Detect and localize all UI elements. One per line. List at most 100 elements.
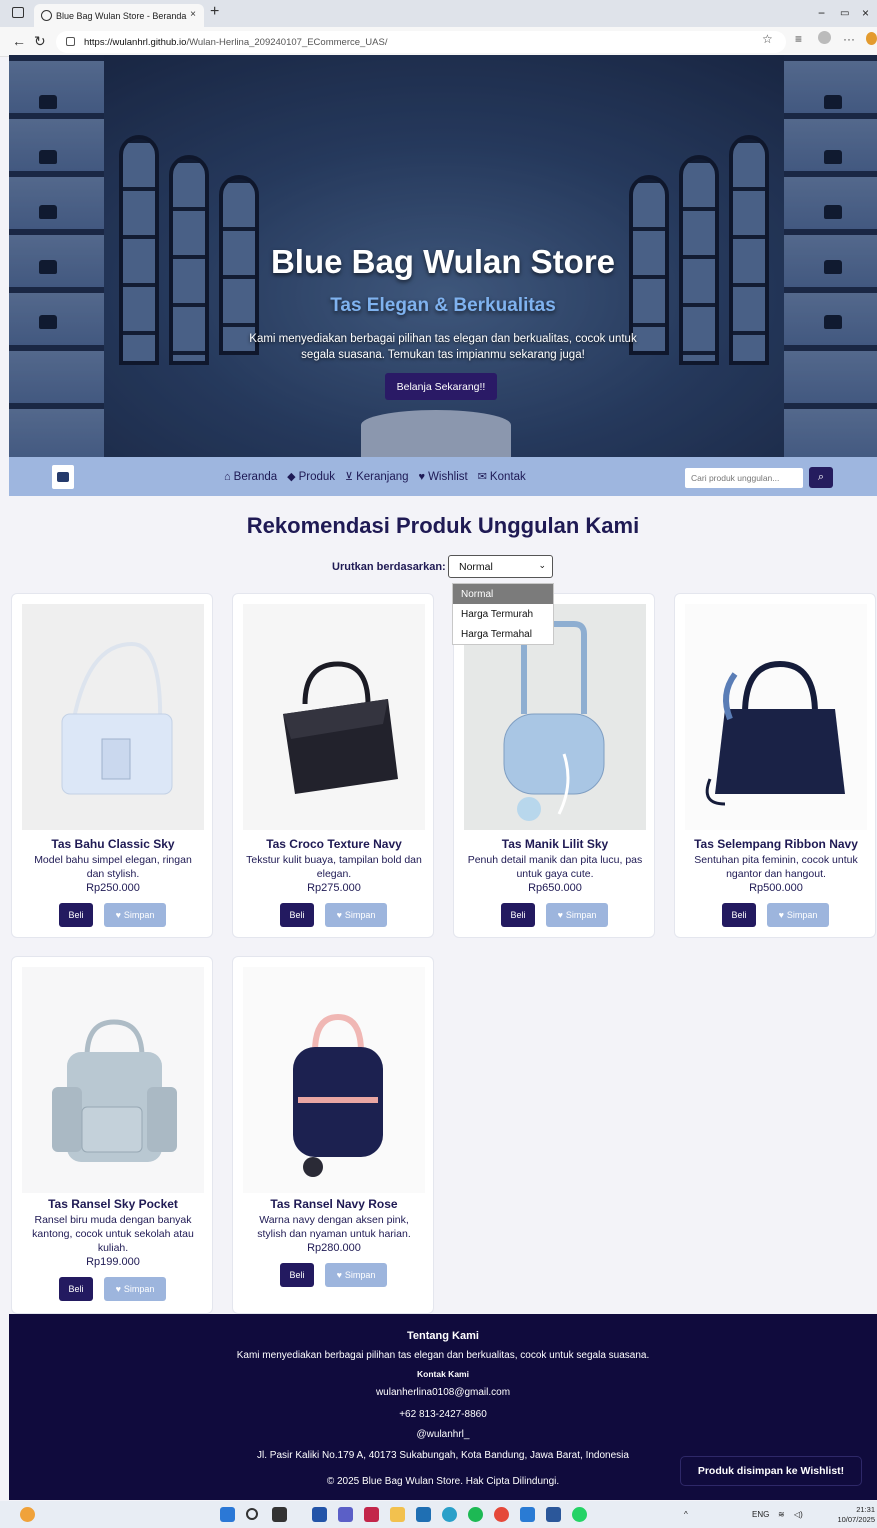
refresh-icon[interactable]: ↻	[34, 33, 46, 50]
sort-option-cheapest[interactable]: Harga Termurah	[453, 604, 553, 624]
heart-icon: ♥	[778, 910, 784, 920]
teams-icon[interactable]	[338, 1507, 353, 1522]
vscode-icon[interactable]	[520, 1507, 535, 1522]
nav-links: ⌂ Beranda ◆ Produk ⊻ Keranjang ♥ Wishlist ✉ K…	[224, 457, 526, 496]
url-field[interactable]: https://wulanhrl.github.io/Wulan-Herlina…	[56, 31, 786, 53]
language-indicator[interactable]: ENG	[752, 1510, 769, 1519]
product-image	[243, 604, 425, 830]
store-logo[interactable]	[52, 465, 74, 489]
product-card: Tas Croco Texture Navy Tekstur kulit bua…	[232, 593, 434, 938]
product-image	[243, 967, 425, 1193]
browser-tab[interactable]: Blue Bag Wulan Store - Beranda ×	[34, 4, 204, 27]
sort-option-normal[interactable]: Normal	[453, 584, 553, 604]
hero-banner: Blue Bag Wulan Store Tas Elegan & Berkua…	[9, 55, 877, 457]
search-button[interactable]: ⌕	[809, 467, 833, 488]
new-tab-button[interactable]: +	[210, 3, 219, 21]
chevron-down-icon: ⌄	[538, 560, 546, 570]
word-icon[interactable]	[546, 1507, 561, 1522]
bag-icon: ◆	[287, 471, 296, 483]
copilot-icon[interactable]	[866, 32, 877, 45]
wishlist-save-button[interactable]: ♥ Simpan	[104, 903, 166, 927]
cart-icon: ⊻	[345, 471, 354, 483]
back-icon[interactable]: ←	[12, 33, 26, 49]
profile-avatar[interactable]	[818, 31, 831, 44]
restore-button[interactable]: ▭	[840, 8, 849, 19]
tab-actions-icon[interactable]	[12, 7, 24, 18]
buy-button[interactable]: Beli	[59, 1277, 93, 1301]
favorites-icon[interactable]: ≡	[795, 32, 802, 46]
product-card: Tas Selempang Ribbon Navy Sentuhan pita …	[674, 593, 876, 938]
product-description: Penuh detail manik dan pita lucu, pas un…	[467, 854, 643, 880]
chrome-icon[interactable]	[494, 1507, 509, 1522]
url-host: https://wulanhrl.github.io	[84, 36, 187, 48]
buy-button[interactable]: Beli	[501, 903, 535, 927]
url-path: /Wulan-Herlina_209240107_ECommerce_UAS/	[186, 36, 388, 48]
buy-button[interactable]: Beli	[722, 903, 756, 927]
file-explorer-icon[interactable]	[390, 1507, 405, 1522]
sort-select[interactable]: Normal ⌄	[448, 555, 553, 578]
nav-kontak[interactable]: ✉ Kontak	[477, 470, 526, 484]
envelope-icon: ✉	[477, 471, 487, 483]
shop-now-button[interactable]: Belanja Sekarang!!	[385, 373, 497, 400]
wishlist-save-button[interactable]: ♥ Simpan	[104, 1277, 166, 1301]
footer-phone[interactable]: +62 813-2427-8860	[9, 1409, 877, 1420]
heart-icon: ♥	[336, 910, 342, 920]
product-image	[22, 604, 204, 830]
site-navbar: ⌂ Beranda ◆ Produk ⊻ Keranjang ♥ Wishlist ✉ K…	[9, 457, 877, 496]
app-l-icon[interactable]	[312, 1507, 327, 1522]
footer-instagram[interactable]: @wulanhrl_	[9, 1429, 877, 1440]
start-icon[interactable]	[220, 1507, 235, 1522]
browser-tab-bar: Blue Bag Wulan Store - Beranda × + − ▭ ×	[0, 0, 877, 27]
globe-icon	[41, 10, 52, 21]
store-icon[interactable]	[416, 1507, 431, 1522]
tab-close-button[interactable]: ×	[190, 9, 196, 20]
buy-button[interactable]: Beli	[280, 903, 314, 927]
home-icon: ⌂	[224, 470, 231, 483]
sort-selected-value: Normal	[459, 560, 493, 573]
address-bar-row: ← ↻ https://wulanhrl.github.io/Wulan-Her…	[0, 27, 877, 57]
site-info-icon[interactable]	[66, 37, 75, 46]
search-icon: ⌕	[817, 471, 825, 483]
spotify-icon[interactable]	[468, 1507, 483, 1522]
hero-description: Kami menyediakan berbagai pilihan tas el…	[249, 333, 637, 361]
os-taskbar: ^ ENG ≋ ◁) 21:31 10/07/2025	[0, 1501, 877, 1528]
sort-option-expensive[interactable]: Harga Termahal	[453, 624, 553, 644]
wishlist-save-button[interactable]: ♥ Simpan	[546, 903, 608, 927]
footer-email[interactable]: wulanherlina0108@gmail.com	[9, 1387, 877, 1398]
search-input[interactable]: Cari produk unggulan...	[685, 468, 803, 488]
minimize-button[interactable]: −	[818, 6, 825, 20]
section-title: Rekomendasi Produk Unggulan Kami	[246, 513, 640, 538]
wishlist-save-button[interactable]: ♥ Simpan	[325, 903, 387, 927]
hero-subtitle: Tas Elegan & Berkualitas	[330, 295, 556, 316]
wishlist-save-button[interactable]: ♥ Simpan	[767, 903, 829, 927]
tab-title: Blue Bag Wulan Store - Beranda	[56, 10, 187, 21]
product-name: Tas Ransel Sky Pocket	[48, 1197, 178, 1211]
whatsapp-icon[interactable]	[572, 1507, 587, 1522]
task-view-icon[interactable]	[272, 1507, 287, 1522]
clock-time: 21:31	[856, 1505, 875, 1514]
nav-beranda[interactable]: ⌂ Beranda	[224, 471, 277, 483]
heart-icon: ♥	[418, 470, 426, 483]
volume-icon[interactable]: ◁)	[794, 1510, 803, 1519]
favorite-star-icon[interactable]: ☆	[762, 32, 773, 46]
nav-produk[interactable]: ◆ Produk	[287, 470, 335, 484]
buy-button[interactable]: Beli	[280, 1263, 314, 1287]
wishlist-save-button[interactable]: ♥ Simpan	[325, 1263, 387, 1287]
buy-button[interactable]: Beli	[59, 903, 93, 927]
weather-icon[interactable]	[20, 1507, 35, 1522]
app-mcafee-icon[interactable]	[364, 1507, 379, 1522]
system-clock[interactable]: 21:31 10/07/2025	[830, 1505, 875, 1525]
footer-contact-title: Kontak Kami	[417, 1369, 469, 1379]
nav-keranjang[interactable]: ⊻ Keranjang	[345, 470, 409, 484]
close-window-button[interactable]: ×	[862, 6, 869, 20]
product-price: Rp650.000	[528, 882, 582, 894]
nav-wishlist[interactable]: ♥ Wishlist	[419, 471, 468, 483]
heart-icon: ♥	[115, 910, 121, 920]
product-price: Rp275.000	[307, 882, 361, 894]
wifi-icon[interactable]: ≋	[778, 1510, 785, 1519]
tray-chevron-icon[interactable]: ^	[684, 1510, 688, 1519]
product-name: Tas Selempang Ribbon Navy	[694, 837, 858, 851]
edge-icon[interactable]	[442, 1507, 457, 1522]
more-menu-icon[interactable]: ···	[843, 32, 855, 46]
search-icon[interactable]	[246, 1508, 258, 1520]
